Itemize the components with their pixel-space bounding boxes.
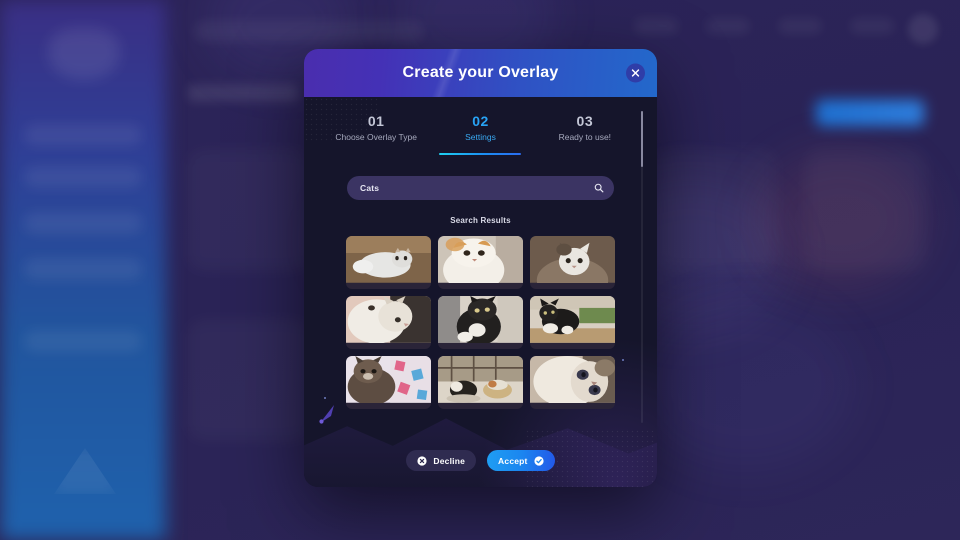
search-results-label: Search Results <box>450 216 511 225</box>
background-sidebar-item <box>24 212 142 234</box>
step-label: Ready to use! <box>558 132 612 142</box>
background-sidebar-item <box>24 330 142 352</box>
result-thumbnail[interactable] <box>438 236 523 289</box>
create-overlay-modal: Create your Overlay 01 Choose Overlay Ty… <box>304 49 657 487</box>
result-thumbnail[interactable] <box>438 356 523 409</box>
result-thumbnail[interactable] <box>346 236 431 289</box>
result-thumbnail[interactable] <box>346 356 431 409</box>
background-avatar <box>908 14 938 44</box>
scrollbar-track[interactable] <box>640 111 643 423</box>
step-number: 02 <box>472 113 489 129</box>
modal-body: 01 Choose Overlay Type 02 Settings 03 Re… <box>304 97 657 487</box>
background-sidebar-item <box>24 258 142 280</box>
step-03[interactable]: 03 Ready to use! <box>533 113 637 155</box>
step-number: 01 <box>367 113 385 129</box>
search-input-value: Cats <box>360 183 380 193</box>
scrollbar-thumb[interactable] <box>640 111 643 167</box>
step-label: Choose Overlay Type <box>335 132 417 142</box>
background-card <box>806 150 926 270</box>
background-sidebar-item <box>24 166 142 188</box>
background-sidebar-item <box>24 124 142 146</box>
star-icon <box>324 397 326 399</box>
step-02[interactable]: 02 Settings <box>428 113 532 155</box>
step-indicator: 01 Choose Overlay Type 02 Settings 03 Re… <box>304 97 657 155</box>
background-nav-item <box>850 18 894 34</box>
step-label: Settings <box>465 132 496 142</box>
background-search-bar <box>194 20 424 42</box>
step-01[interactable]: 01 Choose Overlay Type <box>324 113 428 155</box>
decline-button[interactable]: Decline <box>406 450 477 471</box>
app-root: Create your Overlay 01 Choose Overlay Ty… <box>0 0 960 540</box>
accept-button-label: Accept <box>498 455 528 466</box>
background-logo <box>48 28 120 80</box>
background-cta-button <box>816 100 924 126</box>
modal-header: Create your Overlay <box>304 49 657 126</box>
background-card <box>656 150 776 270</box>
step-number: 03 <box>576 113 594 129</box>
background-glow <box>636 300 856 470</box>
result-thumbnail[interactable] <box>530 356 615 409</box>
search-icon[interactable] <box>594 183 604 193</box>
modal-footer: Decline Accept <box>304 450 657 471</box>
background-card <box>188 150 308 270</box>
page-title: Create your Overlay <box>402 64 559 81</box>
background-nav-item <box>634 18 678 34</box>
background-heading <box>188 84 298 102</box>
star-icon <box>622 359 624 361</box>
result-thumbnail[interactable] <box>438 296 523 349</box>
background-card <box>188 320 308 440</box>
search-input[interactable]: Cats <box>347 176 614 200</box>
accept-button[interactable]: Accept <box>487 450 555 471</box>
background-nav-item <box>778 18 822 34</box>
check-circle-icon <box>534 455 544 466</box>
decline-button-label: Decline <box>433 455 466 466</box>
search-results-grid <box>346 236 615 409</box>
background-nav-item <box>706 18 750 34</box>
close-circle-icon <box>417 455 427 466</box>
search-row: Cats <box>347 176 614 200</box>
result-thumbnail[interactable] <box>530 236 615 289</box>
result-thumbnail[interactable] <box>530 296 615 349</box>
result-thumbnail[interactable] <box>346 296 431 349</box>
comet-icon <box>319 405 334 424</box>
close-icon[interactable] <box>626 63 645 83</box>
